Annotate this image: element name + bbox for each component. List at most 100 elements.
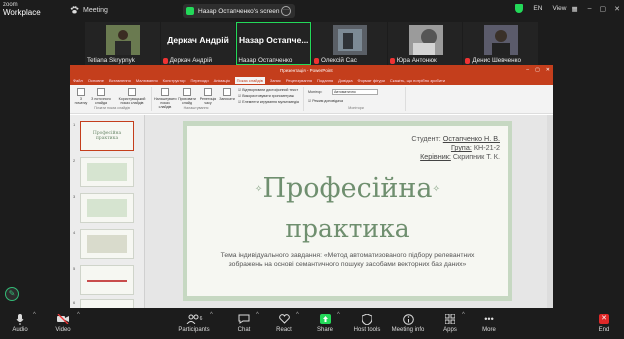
ppt-workarea: 1 Професійна практика 2 3 4 5 6 Студент: … — [70, 115, 553, 308]
participant-tile[interactable]: Деркач Андрій Деркач Андрій — [160, 22, 236, 65]
apps-options-chevron-icon[interactable]: ^ — [462, 312, 465, 318]
screen-share-icon — [186, 7, 194, 15]
ppt-ribbon: З початку З поточного слайда Користуваць… — [70, 85, 553, 114]
minimize-icon[interactable]: – — [526, 67, 529, 73]
view-label: View — [552, 5, 567, 12]
tab-view[interactable]: Подання — [317, 78, 333, 83]
meeting-label: Meeting — [83, 6, 108, 14]
tab-help[interactable]: Довідка — [338, 78, 352, 83]
maximize-icon[interactable]: ▢ — [535, 67, 540, 73]
participants-button[interactable]: 6 Participants — [174, 313, 214, 333]
slide-thumbnail[interactable]: 4 — [73, 229, 134, 259]
participant-tile-active-speaker[interactable]: Назар Остапче... Назар Остапченко — [236, 22, 312, 65]
tab-file[interactable]: Файл — [73, 78, 83, 83]
more-button[interactable]: ••• More — [469, 313, 509, 334]
view-button[interactable]: View ▦ — [552, 5, 577, 13]
ribbon-group-monitors: Монітор: Автоматично ☑ Режим доповідача … — [306, 87, 406, 111]
top-right-controls: EN View ▦ – ▢ ✕ — [515, 4, 620, 13]
share-banner[interactable]: Назар Остапченко's screen ··· — [183, 4, 295, 18]
audio-options-chevron-icon[interactable]: ^ — [33, 312, 36, 318]
ribbon-group-start-show: З початку З поточного слайда Користуваць… — [72, 87, 152, 111]
ppt-window-controls: – ▢ ✕ — [526, 67, 550, 73]
use-timings-checkbox[interactable]: ☑ Використовувати хронометраж — [238, 94, 304, 98]
tab-insert[interactable]: Вставлення — [109, 78, 131, 83]
tab-review[interactable]: Рецензування — [286, 78, 312, 83]
record-button[interactable]: Записати — [219, 88, 235, 101]
tab-home[interactable]: Основне — [88, 78, 104, 83]
slide-thumbnail[interactable]: 6 — [73, 299, 134, 308]
participant-tile[interactable]: Денис Шевченко — [463, 22, 539, 65]
info-icon — [402, 313, 414, 325]
slide-thumbnail[interactable]: 3 — [73, 193, 134, 223]
window-controls: – ▢ ✕ — [588, 5, 620, 13]
sparkle-icon: ✧ — [432, 184, 441, 195]
group-label: Налаштування — [183, 106, 209, 110]
participant-name: Денис Шевченко — [472, 57, 521, 64]
tab-animations[interactable]: Анімація — [214, 78, 230, 83]
shared-screen[interactable]: Презентація - PowerPoint – ▢ ✕ Файл Осно… — [70, 65, 553, 308]
tab-shape-format[interactable]: Формат фігури — [358, 78, 385, 83]
close-icon[interactable]: ✕ — [614, 5, 620, 13]
chat-options-chevron-icon[interactable]: ^ — [256, 312, 259, 318]
heart-icon — [278, 314, 290, 324]
media-controls-checkbox[interactable]: ☑ Елементи керування мультимедіа — [238, 100, 304, 104]
tab-slide-show[interactable]: Показ слайдів — [234, 77, 265, 84]
current-slide[interactable]: Студент: Остапченко Н. В. Група: КН-21-2… — [183, 121, 512, 301]
security-shield-icon[interactable] — [515, 4, 524, 13]
hide-slide-button[interactable]: Приховати слайд — [177, 88, 197, 105]
microphone-icon — [16, 313, 24, 325]
host-shield-icon — [362, 313, 372, 325]
participant-tile[interactable]: Олексій Сас — [312, 22, 387, 65]
more-options-icon[interactable]: ··· — [281, 6, 291, 16]
maximize-icon[interactable]: ▢ — [600, 5, 607, 13]
view-grid-icon: ▦ — [571, 5, 578, 13]
tell-me-search[interactable]: Скажіть, що потрібно зробити — [390, 78, 445, 83]
participants-count: 6 — [199, 316, 203, 322]
participant-name: Олексій Сас — [321, 57, 357, 64]
slide-thumbnail[interactable]: 2 — [73, 157, 134, 187]
tab-design[interactable]: Конструктор — [163, 78, 186, 83]
slide-thumbnail[interactable]: 1 Професійна практика — [73, 121, 134, 151]
participant-display-name: Деркач Андрій — [167, 35, 229, 45]
react-options-chevron-icon[interactable]: ^ — [296, 312, 299, 318]
slide-thumbnail[interactable]: 5 — [73, 265, 134, 295]
meeting-toolbar: Audio ^ Video ^ 6 Participants ^ Chat ^ … — [0, 308, 624, 339]
annotate-pen-icon[interactable]: ✎ — [5, 287, 19, 301]
monitor-select[interactable]: Автоматично — [332, 89, 378, 95]
presenter-view-checkbox[interactable]: ☑ Режим доповідача — [308, 99, 368, 103]
minimize-icon[interactable]: – — [588, 5, 592, 13]
rehearse-timings-button[interactable]: Репетиція часу — [198, 88, 218, 105]
from-current-button[interactable]: З поточного слайда — [89, 88, 113, 105]
participant-name: Назар Остапченко — [238, 57, 293, 64]
language-indicator[interactable]: EN — [533, 5, 542, 12]
slide-title-line2: практика — [285, 214, 410, 243]
participant-name: Tetiana Skrypnyk — [87, 57, 135, 64]
brand-bottom: Workplace — [3, 8, 41, 17]
host-tools-button[interactable]: Host tools — [347, 313, 387, 333]
meeting-menu[interactable]: Meeting — [70, 6, 108, 14]
participant-tile[interactable]: Tetiana Skrypnyk — [85, 22, 160, 65]
vertical-scrollbar[interactable] — [547, 115, 553, 308]
paw-icon — [70, 6, 79, 14]
tab-draw[interactable]: Малювання — [136, 78, 158, 83]
video-options-chevron-icon[interactable]: ^ — [77, 312, 80, 318]
share-screen-icon — [319, 314, 331, 324]
participant-tile[interactable]: Юра Антонюк — [387, 22, 463, 65]
video-camera-off-icon — [56, 314, 69, 324]
ppt-ribbon-tabs: Файл Основне Вставлення Малювання Констр… — [70, 76, 553, 85]
participant-strip: Tetiana Skrypnyk Деркач Андрій Деркач Ан… — [85, 22, 539, 65]
meeting-info-button[interactable]: Meeting info — [388, 313, 428, 333]
tab-record[interactable]: Запис — [270, 78, 281, 83]
participants-options-chevron-icon[interactable]: ^ — [210, 312, 213, 318]
chat-icon — [238, 314, 250, 324]
from-beginning-button[interactable]: З початку — [74, 88, 88, 105]
play-narrations-checkbox[interactable]: ☑ Відтворювати диктофонний текст — [238, 88, 304, 92]
share-options-chevron-icon[interactable]: ^ — [337, 312, 340, 318]
apps-grid-icon — [445, 314, 455, 324]
participants-icon — [186, 314, 199, 324]
custom-show-button[interactable]: Користувацький показ слайдів — [114, 88, 150, 105]
more-dots-icon: ••• — [484, 314, 494, 324]
tab-transitions[interactable]: Переходи — [190, 78, 208, 83]
close-icon[interactable]: ✕ — [546, 67, 550, 73]
end-button[interactable]: ✕ End — [584, 313, 624, 333]
